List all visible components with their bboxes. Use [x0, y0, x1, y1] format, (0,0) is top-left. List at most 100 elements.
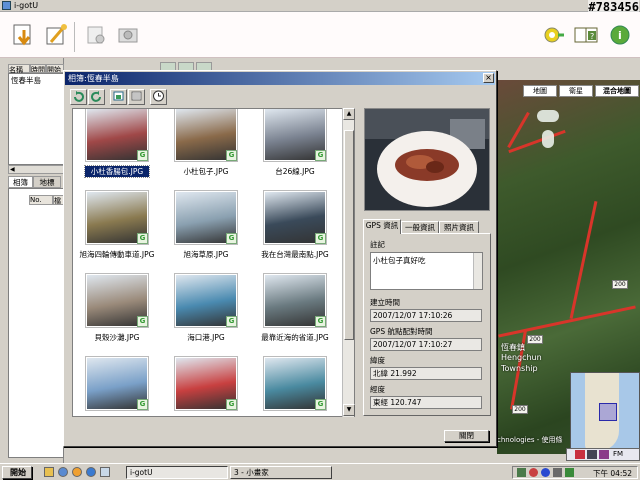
task-igotu[interactable]: i-gotU: [126, 466, 228, 479]
app-icon: [2, 1, 11, 10]
magic-icon[interactable]: [42, 21, 68, 47]
grid-header-name[interactable]: 名稱: [8, 64, 30, 74]
scroll-down-icon[interactable]: ▼: [343, 404, 355, 416]
photo-caption[interactable]: 旭海四輪傳動車道.JPG: [73, 249, 163, 260]
photo-thumbnail[interactable]: G: [85, 273, 149, 328]
photo-caption[interactable]: 旭海草原.JPG: [160, 249, 252, 260]
map-icon-c: [599, 450, 609, 459]
photo-caption[interactable]: 我在台灣最南點.JPG: [249, 249, 341, 260]
import-icon[interactable]: [10, 21, 36, 47]
gps-tag-icon: G: [226, 316, 237, 327]
photo-thumbnail[interactable]: G: [85, 356, 149, 411]
settings-icon[interactable]: [540, 21, 566, 47]
start-button[interactable]: 開始: [2, 466, 32, 479]
ie-icon[interactable]: [58, 467, 68, 477]
clock: 下午 04:52: [593, 469, 632, 478]
photo-thumbnail[interactable]: G: [85, 109, 149, 162]
map-cloud: [542, 130, 554, 148]
camera-icon[interactable]: [114, 21, 140, 47]
photo-caption[interactable]: 台26線.JPG: [249, 166, 341, 177]
tray-icon[interactable]: [517, 468, 526, 477]
map-scale-bar: FM: [566, 448, 640, 461]
dialog-title: 相簿:恆春半島: [68, 74, 119, 83]
overview-viewport[interactable]: [599, 403, 617, 421]
road-label: 200: [512, 405, 528, 414]
album-dialog: 相簿:恆春半島 × G 小杜香腸包.JPG G 小杜包子.JPG G 台26線.JPG G 旭…: [63, 70, 497, 447]
main-toolbar: ? i: [0, 12, 640, 58]
gps-tag-icon: G: [137, 233, 148, 244]
track-row[interactable]: 恆春半島: [11, 75, 41, 86]
note-value: 小杜包子真好吃: [373, 256, 426, 265]
note-textarea[interactable]: 小杜包子真好吃: [370, 252, 483, 290]
map-overview-inset[interactable]: [570, 372, 640, 454]
tray-icon[interactable]: [529, 468, 538, 477]
map-tab-satellite[interactable]: 衛星: [559, 85, 593, 97]
photo-thumbnail[interactable]: G: [174, 109, 238, 162]
info-icon[interactable]: i: [606, 21, 632, 47]
photo-thumbnail[interactable]: G: [263, 190, 327, 245]
tray-icon[interactable]: [565, 468, 574, 477]
rotate-left-icon[interactable]: [70, 89, 87, 105]
print-icon[interactable]: [82, 21, 108, 47]
photo-caption[interactable]: 海口港.JPG: [160, 332, 252, 343]
album-list[interactable]: No. 檔: [8, 188, 64, 458]
list-header-no[interactable]: No.: [29, 195, 53, 205]
photo-grid[interactable]: G 小杜香腸包.JPG G 小杜包子.JPG G 台26線.JPG G 旭海四輪傳動車道.JP…: [72, 108, 355, 417]
map-scale-text: FM: [613, 450, 624, 458]
scroll-thumb[interactable]: [344, 130, 354, 340]
clock-icon[interactable]: [150, 89, 167, 105]
help-icon[interactable]: ?: [572, 21, 598, 47]
photo-caption[interactable]: 小杜香腸包.JPG: [84, 165, 150, 178]
photo-thumbnail[interactable]: G: [263, 109, 327, 162]
satellite-map[interactable]: 200 200 200 恆春鎮 Hengchun Township chnolo…: [497, 80, 640, 454]
svg-text:i: i: [618, 29, 622, 42]
list-view-icon[interactable]: [128, 89, 145, 105]
photo-scrollbar[interactable]: ▲ ▼: [342, 108, 355, 417]
gps-tag-icon: G: [315, 399, 326, 410]
grid-header-time[interactable]: 時間: [30, 64, 46, 73]
tray-icon[interactable]: [553, 468, 562, 477]
svg-text:?: ?: [590, 32, 594, 41]
map-type-tabs: 地圖 衛星 混合地圖: [497, 82, 640, 97]
window-title: i-gotU: [14, 1, 39, 10]
photo-thumbnail[interactable]: G: [174, 273, 238, 328]
photo-caption[interactable]: 貝殼沙灘.JPG: [73, 332, 163, 343]
photo-thumbnail[interactable]: G: [174, 356, 238, 411]
scroll-up-icon[interactable]: ▲: [343, 108, 355, 120]
photo-thumbnail[interactable]: G: [174, 190, 238, 245]
import-photo-icon[interactable]: [110, 89, 127, 105]
track-grid[interactable]: 恆春半島: [8, 73, 64, 165]
photo-caption[interactable]: 小杜包子.JPG: [160, 166, 252, 177]
close-button[interactable]: 關閉: [444, 430, 489, 442]
gps-tag-icon: G: [137, 399, 148, 410]
info-panel: GPS 資訊 一般資訊 照片資訊 註記 小杜包子真好吃 建立時間 2007/12…: [363, 219, 491, 416]
map-tab-map[interactable]: 地圖: [523, 85, 557, 97]
browser-icon[interactable]: [86, 467, 96, 477]
photo-thumbnail[interactable]: G: [263, 356, 327, 411]
tab-album[interactable]: 相簿: [8, 176, 33, 188]
tab-landmark[interactable]: 地標: [33, 176, 61, 188]
task-paint[interactable]: 3 - 小畫家: [230, 466, 332, 479]
created-label: 建立時間: [370, 298, 400, 307]
photo-thumbnail[interactable]: G: [263, 273, 327, 328]
folder-icon[interactable]: [44, 467, 54, 477]
tab-gps-info[interactable]: GPS 資訊: [363, 219, 401, 234]
latitude-value: 北緯 21.992: [370, 367, 482, 380]
note-scrollbar[interactable]: [473, 253, 482, 289]
dialog-close-icon[interactable]: ×: [483, 73, 494, 83]
road-label: 200: [612, 280, 628, 289]
map-tab-hybrid[interactable]: 混合地圖: [595, 85, 639, 97]
desktop-icon[interactable]: [100, 467, 110, 477]
photo-thumbnail[interactable]: G: [85, 190, 149, 245]
gps-tag-icon: G: [226, 233, 237, 244]
grid-header-start[interactable]: 開始時間: [46, 64, 64, 73]
gps-tag-icon: G: [315, 316, 326, 327]
media-icon[interactable]: [72, 467, 82, 477]
tray-icon[interactable]: [541, 468, 550, 477]
photo-caption[interactable]: 最靠近海的省道.JPG: [249, 332, 341, 343]
window-titlebar: i-gotU: [0, 0, 640, 12]
gps-tag-icon: G: [226, 150, 237, 161]
grid-hscroll[interactable]: ◀: [8, 165, 64, 174]
start-label: 開始: [10, 468, 26, 477]
rotate-right-icon[interactable]: [88, 89, 105, 105]
